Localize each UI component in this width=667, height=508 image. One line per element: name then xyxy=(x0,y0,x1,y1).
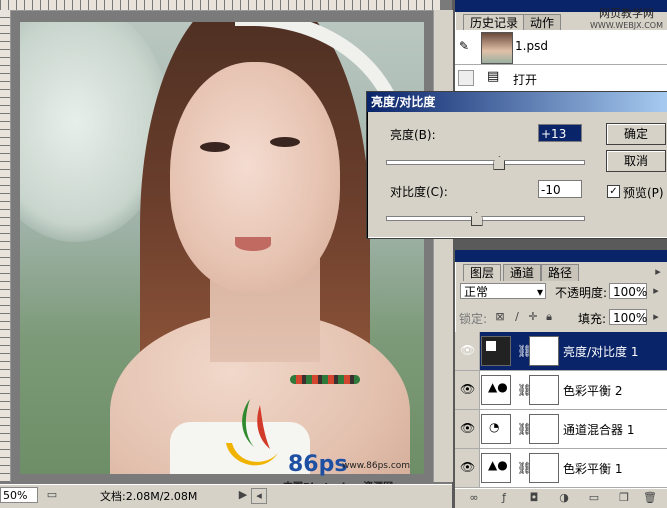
layer-name: 通道混合器 1 xyxy=(563,423,635,437)
mouth xyxy=(235,237,271,251)
chevron-down-icon: ▾ xyxy=(536,285,543,299)
status-menu-arrow-icon[interactable]: ▶ xyxy=(236,488,250,502)
dialog-title[interactable]: 亮度/对比度 xyxy=(367,92,667,112)
blend-mode-select[interactable]: 正常 ▾ xyxy=(460,283,546,299)
contrast-input[interactable]: -10 xyxy=(538,180,582,198)
right-eye xyxy=(270,137,300,147)
opacity-arrow-icon[interactable]: ▸ xyxy=(649,284,663,298)
tab-actions[interactable]: 动作 xyxy=(523,14,562,31)
history-brush-box[interactable] xyxy=(458,70,474,86)
left-eye xyxy=(200,142,230,152)
fill-arrow-icon[interactable]: ▸ xyxy=(649,310,663,324)
status-bar xyxy=(0,484,452,508)
history-item-label: 1.psd xyxy=(515,39,548,53)
layer-name: 色彩平衡 2 xyxy=(563,384,623,398)
preview-checkbox[interactable]: ✓ xyxy=(607,185,620,198)
watermark-line2: WWW.WEBJX.COM xyxy=(590,21,663,30)
check-icon: ✓ xyxy=(609,186,618,197)
watermark-line1: 网页教学网 xyxy=(598,7,654,20)
tab-history[interactable]: 历史记录 xyxy=(463,14,526,31)
brightness-input[interactable]: +13 xyxy=(538,124,582,142)
tab-layers[interactable]: 图层 xyxy=(463,264,502,281)
visibility-eye-icon[interactable]: 👁︎ xyxy=(455,371,480,409)
layer-name: 色彩平衡 1 xyxy=(563,462,623,476)
document-icon: ▤ xyxy=(487,69,500,84)
brush-source-icon[interactable]: ✎ xyxy=(459,39,469,53)
lock-label: 锁定: xyxy=(459,312,488,326)
document-size-info: 文档:2.08M/2.08M xyxy=(100,490,198,503)
snapshot-thumb-icon xyxy=(481,32,513,64)
navigator-icon[interactable]: ▭ xyxy=(45,488,59,502)
ok-button[interactable]: 确定 xyxy=(606,123,666,145)
vertical-scrollbar[interactable] xyxy=(433,10,453,482)
tab-channels[interactable]: 通道 xyxy=(503,264,542,281)
layer-mask-thumb[interactable] xyxy=(529,414,559,444)
add-mask-icon[interactable]: ◘ xyxy=(527,491,541,505)
history-item-label: 打开 xyxy=(513,73,538,87)
layer-mask-thumb[interactable] xyxy=(529,375,559,405)
new-adjustment-icon[interactable]: ◑ xyxy=(557,491,571,505)
visibility-eye-icon[interactable]: 👁︎ xyxy=(455,332,480,370)
lock-all-icon[interactable]: 🔒︎ xyxy=(542,310,556,324)
preview-label: 预览(P) xyxy=(623,186,664,200)
adjustment-thumb-icon xyxy=(481,336,511,366)
contrast-label: 对比度(C): xyxy=(390,185,448,199)
opacity-label: 不透明度: xyxy=(555,286,608,300)
logo-url: www.86ps.com xyxy=(342,461,411,471)
new-layer-icon[interactable]: ❐ xyxy=(617,491,631,505)
history-item-snapshot[interactable]: ✎ 1.psd xyxy=(455,30,667,65)
visibility-eye-icon[interactable]: 👁︎ xyxy=(455,449,480,487)
layer-row[interactable]: 👁︎ ⛓︎ 亮度/对比度 1 xyxy=(455,332,667,371)
layers-toolbar: ∞ ƒ ◘ ◑ ▭ ❐ 🗑︎ xyxy=(455,488,667,508)
trash-icon[interactable]: 🗑︎ xyxy=(643,491,657,505)
logo-mark-icon xyxy=(226,399,278,466)
fill-label: 填充: xyxy=(578,312,607,326)
necklace xyxy=(290,375,360,384)
lock-position-icon[interactable]: ✛ xyxy=(526,310,540,324)
panel-menu-icon[interactable]: ▸ xyxy=(651,265,665,279)
color-balance-thumb-icon: ▲● xyxy=(481,375,511,405)
opacity-field[interactable]: 100% xyxy=(609,283,647,299)
layers-panel-titlebar[interactable] xyxy=(455,250,667,262)
scroll-left-icon[interactable]: ◂ xyxy=(251,488,267,504)
logo-brand: 86ps xyxy=(288,452,348,477)
link-layers-icon[interactable]: ∞ xyxy=(467,491,481,505)
layer-row[interactable]: 👁︎ ▲● ⛓︎ 色彩平衡 2 xyxy=(455,371,667,410)
layer-row[interactable]: 👁︎ ▲● ⛓︎ 色彩平衡 1 xyxy=(455,449,667,488)
fill-field[interactable]: 100% xyxy=(609,309,647,325)
ruler-horizontal xyxy=(0,0,440,11)
channel-mixer-thumb-icon: ◔ xyxy=(481,414,511,444)
zoom-field[interactable]: 50% xyxy=(0,487,38,503)
layer-mask-thumb[interactable] xyxy=(529,453,559,483)
visibility-eye-icon[interactable]: 👁︎ xyxy=(455,410,480,448)
new-group-icon[interactable]: ▭ xyxy=(587,491,601,505)
brightness-slider[interactable] xyxy=(386,160,585,165)
watermark: 网页教学网 WWW.WEBJX.COM xyxy=(590,8,663,31)
contrast-slider[interactable] xyxy=(386,216,585,221)
lock-pixels-icon[interactable]: ∕ xyxy=(510,310,524,324)
history-item-open[interactable]: ▤ 打开 xyxy=(455,66,667,90)
blend-mode-value: 正常 xyxy=(464,285,489,299)
layer-name: 亮度/对比度 1 xyxy=(563,345,639,359)
layer-style-icon[interactable]: ƒ xyxy=(497,491,511,505)
layer-row[interactable]: 👁︎ ◔ ⛓︎ 通道混合器 1 xyxy=(455,410,667,449)
lock-transparency-icon[interactable]: ⊠ xyxy=(493,310,507,324)
cancel-button[interactable]: 取消 xyxy=(606,150,666,172)
brightness-label: 亮度(B): xyxy=(390,128,436,142)
ruler-vertical xyxy=(0,10,11,482)
layer-mask-thumb[interactable] xyxy=(529,336,559,366)
tab-paths[interactable]: 路径 xyxy=(541,264,580,281)
color-balance-thumb-icon: ▲● xyxy=(481,453,511,483)
